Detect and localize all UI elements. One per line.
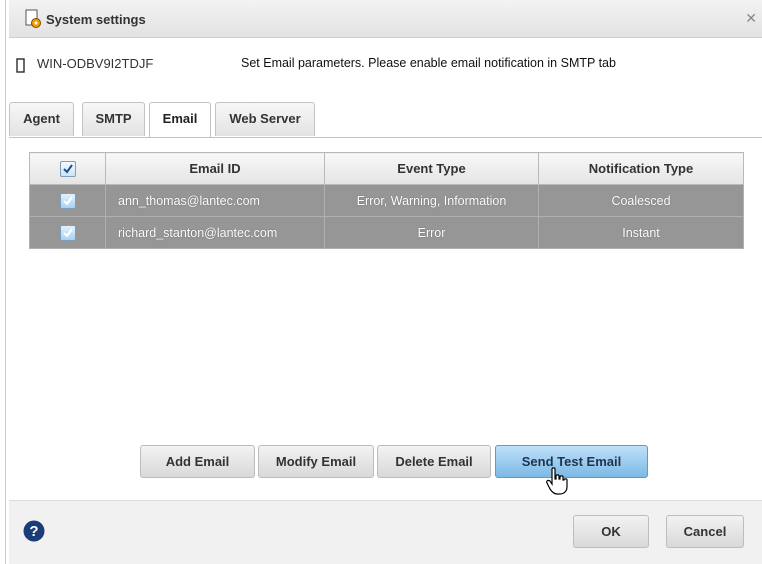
email-id-cell: richard_stanton@lantec.com [105, 216, 325, 249]
cancel-button[interactable]: Cancel [666, 515, 744, 548]
event-type-cell: Error, Warning, Information [324, 184, 539, 217]
select-all-header [29, 152, 106, 185]
column-header-notification-type[interactable]: Notification Type [538, 152, 744, 185]
add-email-button[interactable]: Add Email [140, 445, 255, 478]
notification-type-cell: Instant [538, 216, 744, 249]
delete-email-button[interactable]: Delete Email [377, 445, 491, 478]
email-grid: Email ID Event Type Notification Type an… [29, 152, 744, 249]
row-checkbox[interactable] [59, 192, 76, 209]
tab-agent[interactable]: Agent [9, 102, 74, 136]
table-row[interactable]: ann_thomas@lantec.com Error, Warning, In… [29, 184, 744, 217]
tab-web-server[interactable]: Web Server [215, 102, 315, 136]
ok-button[interactable]: OK [573, 515, 649, 548]
instruction-message: Set Email parameters. Please enable emai… [241, 56, 616, 70]
host-info-bar: WIN-ODBV9I2TDJF Set Email parameters. Pl… [9, 38, 762, 92]
select-all-checkbox[interactable] [59, 160, 76, 177]
column-header-event-type[interactable]: Event Type [324, 152, 539, 185]
window-title: System settings [46, 12, 146, 27]
column-header-email-id[interactable]: Email ID [105, 152, 325, 185]
table-row[interactable]: richard_stanton@lantec.com Error Instant [29, 216, 744, 249]
host-name: WIN-ODBV9I2TDJF [37, 56, 154, 71]
hand-cursor-icon [546, 467, 568, 495]
server-icon [16, 58, 26, 73]
window-left-edge [0, 0, 6, 564]
tab-email[interactable]: Email [149, 102, 211, 138]
row-checkbox[interactable] [59, 224, 76, 241]
grid-header-row: Email ID Event Type Notification Type [29, 152, 744, 185]
svg-text:?: ? [29, 523, 38, 540]
tab-smtp[interactable]: SMTP [82, 102, 145, 136]
send-test-email-button[interactable]: Send Test Email [495, 445, 648, 478]
event-type-cell: Error [324, 216, 539, 249]
row-select-cell [29, 184, 106, 217]
dialog-footer: ? OK Cancel [9, 500, 762, 564]
row-select-cell [29, 216, 106, 249]
help-icon[interactable]: ? [23, 520, 45, 542]
modify-email-button[interactable]: Modify Email [258, 445, 374, 478]
title-bar: System settings ✕ [9, 0, 762, 38]
email-tab-panel: Email ID Event Type Notification Type an… [9, 137, 762, 500]
close-icon[interactable]: ✕ [745, 10, 757, 27]
email-id-cell: ann_thomas@lantec.com [105, 184, 325, 217]
settings-icon [25, 9, 43, 29]
notification-type-cell: Coalesced [538, 184, 744, 217]
